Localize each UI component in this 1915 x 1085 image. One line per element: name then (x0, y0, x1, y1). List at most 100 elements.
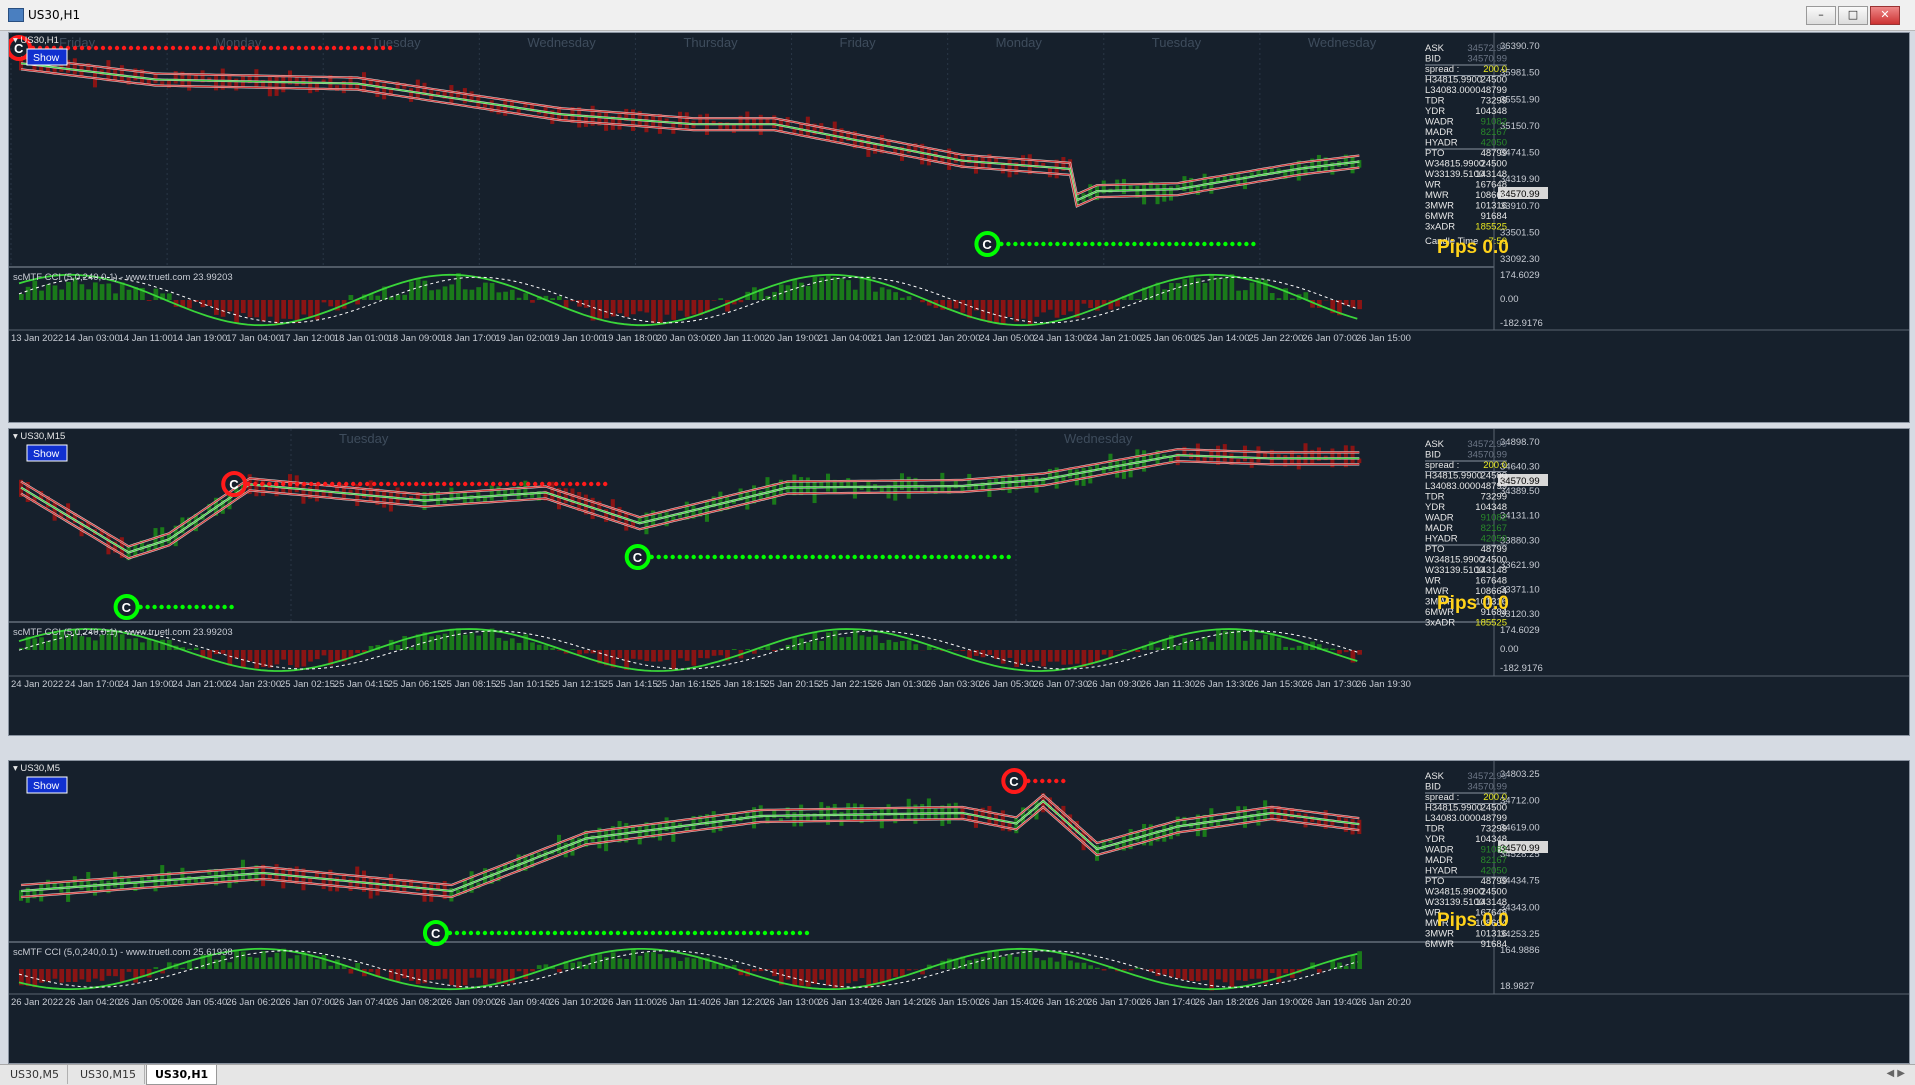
h1-cci-bar (1014, 300, 1019, 322)
info-a-1-value: 48799 (1481, 813, 1507, 824)
tab-us30-m15[interactable]: US30,M15 (72, 1065, 145, 1084)
h1-time-label: 25 Jan 14:00 (1195, 333, 1250, 344)
info-a-5-label: MADR (1425, 523, 1453, 534)
m15-cci-bar (396, 645, 401, 650)
h1-time-label: 19 Jan 18:00 (603, 333, 658, 344)
m15-signal-dot (173, 605, 177, 609)
m5-time-label: 26 Jan 05:40 (172, 997, 227, 1008)
bid-label: BID (1425, 450, 1441, 461)
m15-signal-dot (498, 482, 502, 486)
h1-cci-bar (1277, 298, 1282, 300)
m15-chart-svg[interactable]: TuesdayWednesdayCCCscMTF CCI (5,0,240,0.… (9, 429, 1909, 735)
show-button-label[interactable]: Show (33, 780, 60, 792)
m15-signal-dot (309, 482, 313, 486)
h1-cci-bar (39, 291, 44, 300)
maximize-button[interactable]: □ (1838, 6, 1868, 25)
h1-chart-svg[interactable]: FridayMondayTuesdayWednesdayThursdayFrid… (9, 33, 1909, 422)
m5-candle (322, 873, 326, 889)
m15-cci-bar (887, 640, 892, 650)
m15-cci-bar (577, 650, 582, 654)
m5-candle (671, 821, 675, 842)
h1-cci-bar (692, 300, 697, 315)
h1-signal-dot (388, 46, 392, 50)
m15-cci-bar (846, 637, 851, 650)
m15-show-button[interactable]: Show (27, 445, 67, 461)
m15-signal-dot (685, 555, 689, 559)
m5-candle (880, 809, 884, 828)
m5-cci-bar (530, 969, 535, 971)
m5-candle (927, 798, 931, 820)
m15-signal-dot (208, 605, 212, 609)
chart-window-m15[interactable]: TuesdayWednesdayCCCscMTF CCI (5,0,240,0.… (8, 428, 1910, 736)
h1-signal-dot (213, 46, 217, 50)
h1-signal-dot (192, 46, 196, 50)
chart-window-m5[interactable]: CCscMTF CCI (5,0,240,0.1) - www.truetl.c… (8, 760, 1910, 1064)
m5-cci-bar (987, 952, 992, 969)
m5-signal-dot (511, 931, 515, 935)
m15-signal-dot (797, 555, 801, 559)
m15-cci-bar (638, 650, 643, 660)
day-label: Tuesday (371, 35, 421, 50)
info-a-5-value: 82167 (1481, 855, 1507, 866)
m15-cci-bar (1344, 650, 1349, 652)
h1-signal-dot (1174, 242, 1178, 246)
h1-time-label: 24 Jan 13:00 (1033, 333, 1088, 344)
h1-cci-bar (638, 300, 643, 311)
m5-signal-dot (616, 931, 620, 935)
m5-time-label: 26 Jan 11:40 (657, 997, 711, 1008)
h1-candle (187, 73, 191, 91)
m15-candle (893, 480, 897, 500)
m15-cci-bar (322, 650, 327, 655)
m5-cci-bar (241, 952, 246, 969)
m15-cci-bar (537, 645, 542, 650)
h1-cci-bar (893, 292, 898, 300)
h1-signal-dot (241, 46, 245, 50)
day-label: Wednesday (527, 35, 596, 50)
tab-scroll-arrows-icon[interactable]: ◀ ▶ (1886, 1068, 1905, 1079)
m5-cci-bar (154, 967, 159, 969)
tab-us30-h1[interactable]: US30,H1 (146, 1065, 217, 1085)
info-b-6-label: 6MWR (1425, 939, 1454, 950)
h1-cci-scale-label: 174.6029 (1500, 270, 1540, 281)
h1-cci-bar (187, 300, 192, 308)
m5-signal-dot (777, 931, 781, 935)
m5-signal-dot (560, 931, 564, 935)
h1-time-label: 26 Jan 07:00 (1302, 333, 1357, 344)
m5-cci-bar (180, 968, 185, 969)
m5-cci-bar (369, 969, 374, 972)
m5-signal-dot (742, 931, 746, 935)
info-a-2-value: 73299 (1481, 492, 1507, 503)
h1-time-label: 19 Jan 02:00 (495, 333, 550, 344)
m5-signal-dot (574, 931, 578, 935)
info-b-6-value: 91684 (1481, 211, 1507, 222)
spread-value: 200.0 (1483, 64, 1507, 75)
show-button-label[interactable]: Show (33, 52, 60, 64)
h1-signal-dot (1202, 242, 1206, 246)
m5-signal-dot (693, 931, 697, 935)
m5-signal-dot (672, 931, 676, 935)
m15-signal-dot (895, 555, 899, 559)
h1-show-button[interactable]: Show (27, 49, 67, 65)
m5-cci-bar (1330, 961, 1335, 969)
show-button-label[interactable]: Show (33, 448, 60, 460)
m15-signal-dot (713, 555, 717, 559)
h1-candle (106, 60, 110, 81)
minimize-button[interactable]: – (1806, 6, 1836, 25)
h1-cci-bar (954, 300, 959, 308)
m15-signal-dot (414, 482, 418, 486)
m5-show-button[interactable]: Show (27, 777, 67, 793)
m5-cci-bar (671, 957, 676, 969)
m15-signal-dot (818, 555, 822, 559)
close-button[interactable]: ✕ (1870, 6, 1900, 25)
m15-cci-bar (1182, 638, 1187, 650)
m5-chart-svg[interactable]: CCscMTF CCI (5,0,240,0.1) - www.truetl.c… (9, 761, 1909, 1063)
m5-candle (974, 808, 978, 828)
m5-signal-dot (567, 931, 571, 935)
m15-signal-dot (145, 605, 149, 609)
chart-window-h1[interactable]: FridayMondayTuesdayWednesdayThursdayFrid… (8, 32, 1910, 423)
tab-us30-m5[interactable]: US30,M5 (2, 1065, 68, 1084)
h1-signal-dot (1160, 242, 1164, 246)
m5-signal-dot (644, 931, 648, 935)
m5-cci-bar (46, 969, 51, 982)
m5-cci-scale-label: 18.9827 (1500, 981, 1534, 992)
